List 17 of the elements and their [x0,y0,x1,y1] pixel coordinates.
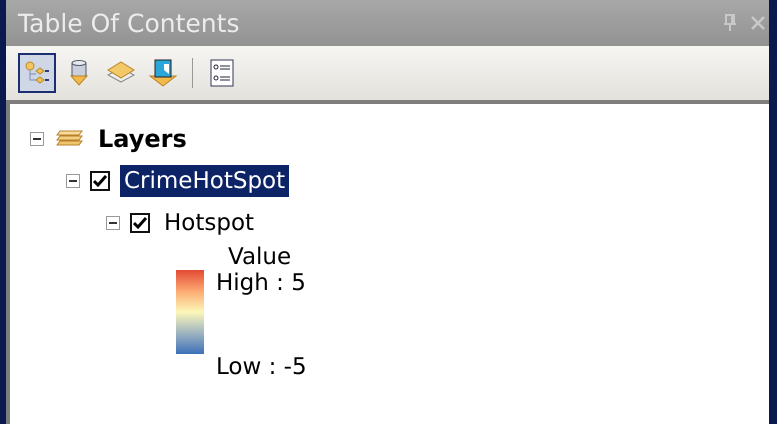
legend-heading: Value [228,244,292,270]
database-icon [67,59,91,87]
tree-item[interactable]: CrimeHotSpot [120,165,290,197]
list-options-icon [209,59,235,87]
checkbox[interactable] [90,171,110,191]
tree-item[interactable]: Layers [94,122,191,156]
legend-label: Low : -5 [216,354,308,380]
legend-label: High : 5 [216,270,307,296]
expander-icon[interactable] [106,216,120,230]
panel-title: Table Of Contents [18,8,240,38]
checkbox[interactable] [130,213,150,233]
tree-item[interactable]: Hotspot [160,207,258,239]
toolbar-button[interactable] [18,53,56,93]
selection-layer-icon [148,58,178,88]
layer-order-icon [24,60,50,86]
expander-icon[interactable] [30,132,44,146]
expander-icon[interactable] [66,174,80,188]
